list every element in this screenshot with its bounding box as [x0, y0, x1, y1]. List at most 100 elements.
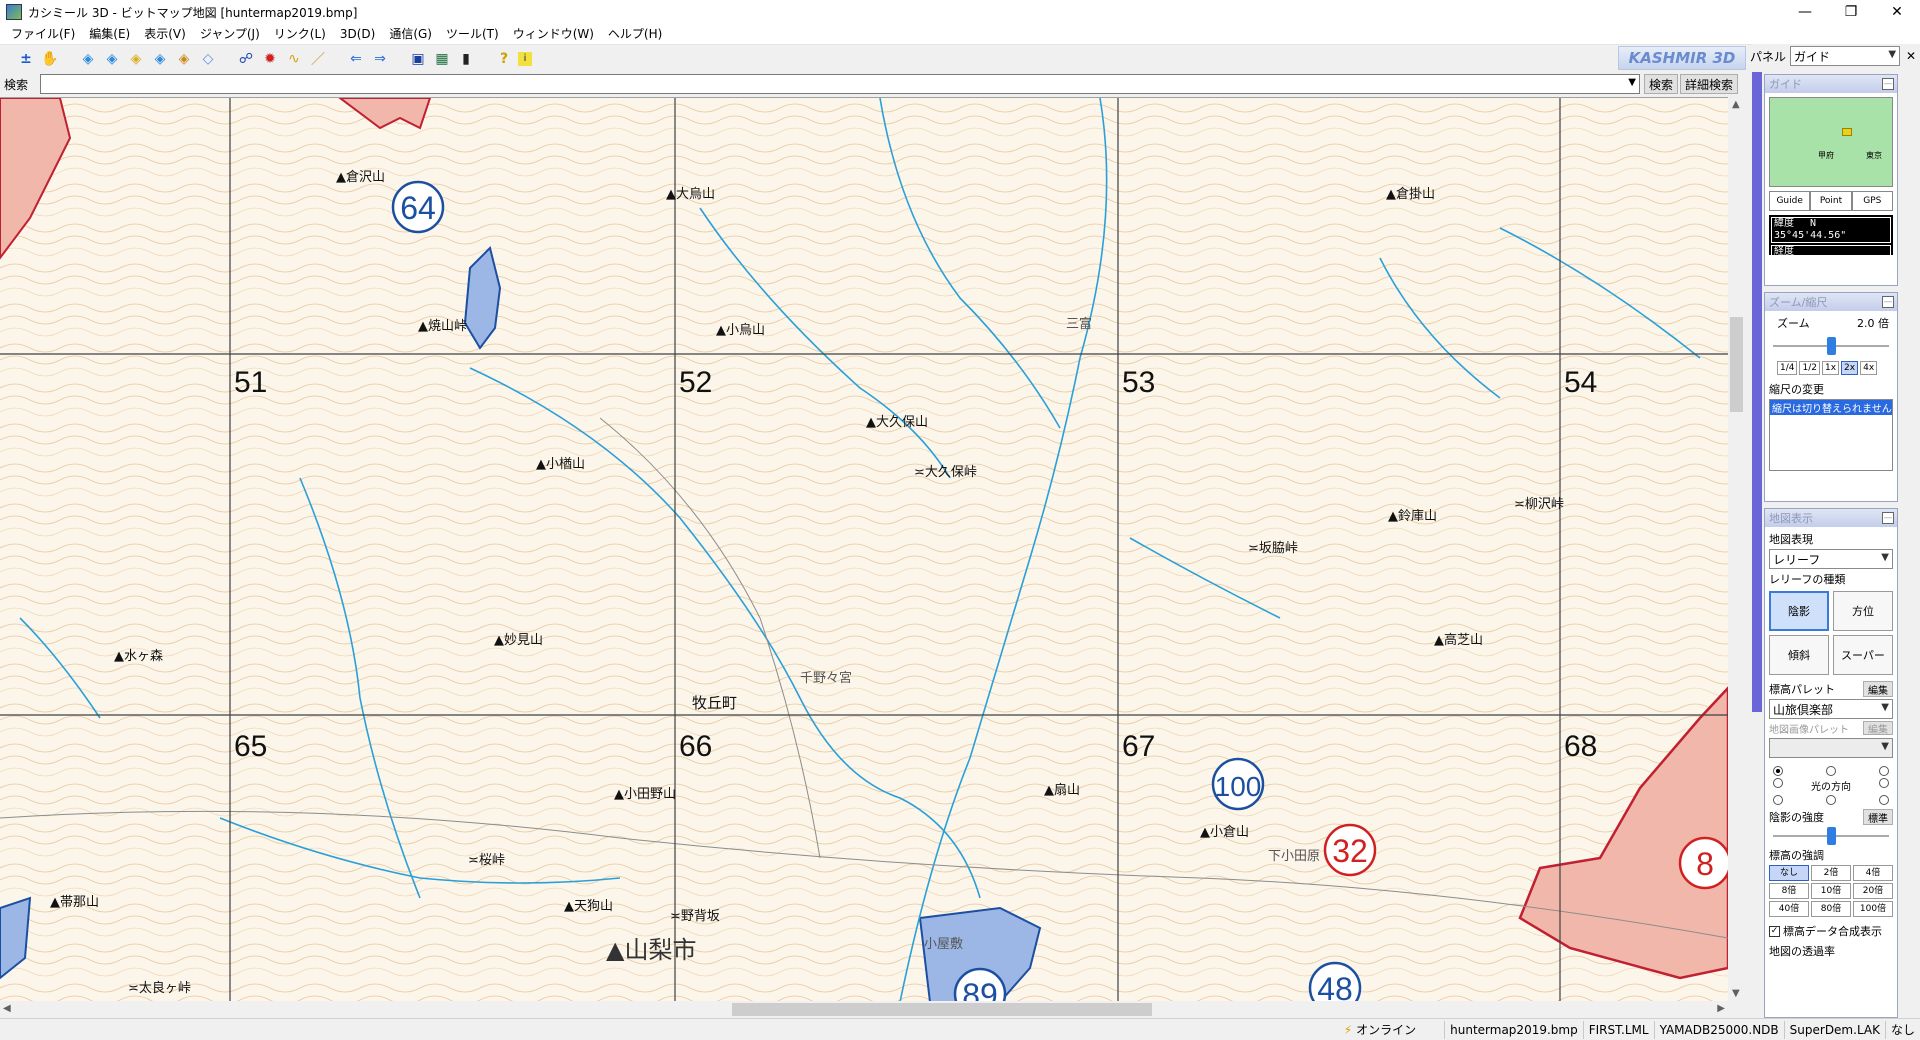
zoom-preset-button[interactable]: 2x [1841, 361, 1859, 375]
panel-select[interactable]: ガイド ▼ [1790, 46, 1901, 66]
dem-row: ✓ 標高データ合成表示 [1765, 919, 1897, 943]
light-direction-radio[interactable] [1773, 795, 1783, 805]
minimize-button[interactable]: — [1782, 0, 1828, 24]
image-palette-select[interactable]: ▼ [1769, 738, 1893, 758]
scale-list[interactable]: 縮尺は切り替えられません [1769, 399, 1893, 471]
help-icon[interactable]: ? [494, 49, 514, 69]
shade-slider[interactable] [1773, 825, 1889, 847]
scroll-up-icon[interactable]: ▲ [1732, 99, 1740, 110]
gps-device-icon[interactable]: ▮ [456, 49, 476, 69]
scroll-thumb[interactable] [1730, 317, 1743, 412]
menu-edit[interactable]: 編集(E) [82, 24, 137, 44]
image-palette-edit-button[interactable]: 編集 [1863, 721, 1893, 736]
map-vertical-scrollbar[interactable]: ▲ ▼ [1728, 97, 1745, 1001]
search-input[interactable]: ▼ [40, 74, 1640, 94]
light-direction-radio[interactable] [1826, 766, 1836, 776]
menu-help[interactable]: ヘルプ(H) [601, 24, 669, 44]
layer-icon[interactable]: ◈ [78, 49, 98, 69]
maximize-button[interactable]: ❐ [1828, 0, 1874, 24]
scroll-right-icon[interactable]: ▶ [1717, 1003, 1725, 1014]
place-label: ▲小田野山 [614, 787, 676, 802]
collapse-icon[interactable]: — [1882, 512, 1894, 524]
zoom-preset-button[interactable]: 1/2 [1799, 361, 1820, 375]
zoom-preset-button[interactable]: 1x [1821, 361, 1840, 375]
emphasis-button[interactable]: 4倍 [1853, 865, 1893, 881]
light-direction-radio[interactable] [1879, 795, 1889, 805]
relief-super-button[interactable]: スーパー [1833, 635, 1893, 675]
map-style-select[interactable]: レリーフ ▼ [1769, 549, 1893, 569]
binoculars-icon[interactable]: ☍ [236, 49, 256, 69]
relief-slope-button[interactable]: 傾斜 [1769, 635, 1829, 675]
zoom-preset-button[interactable]: 1/4 [1777, 361, 1798, 375]
emphasis-button[interactable]: 80倍 [1811, 901, 1851, 917]
panel-close-icon[interactable]: ✕ [1906, 49, 1916, 63]
zoom-slider[interactable] [1773, 335, 1889, 357]
menu-tools[interactable]: ツール(T) [439, 24, 506, 44]
relief-shade-button[interactable]: 陰影 [1769, 591, 1829, 631]
emphasis-button[interactable]: 100倍 [1853, 901, 1893, 917]
light-direction-radio[interactable] [1879, 778, 1889, 788]
camera-icon[interactable]: ▣ [408, 49, 428, 69]
zoom-panel-header: ズーム/縮尺 — [1765, 293, 1897, 311]
emphasis-button[interactable]: 10倍 [1811, 883, 1851, 899]
palette-select[interactable]: 山旅倶楽部 ▼ [1769, 699, 1893, 719]
map-view[interactable]: 51 52 53 54 65 66 67 68 64 100 32 8 48 8… [0, 97, 1728, 1001]
zoom-preset-buttons: 1/4 1/2 1x 2x 4x [1777, 361, 1885, 375]
layer-mixed-icon[interactable]: ◈ [174, 49, 194, 69]
layer-down-icon[interactable]: ◈ [150, 49, 170, 69]
menu-3d[interactable]: 3D(D) [333, 24, 382, 44]
map-horizontal-scrollbar[interactable]: ◀ ▶ [0, 1001, 1728, 1018]
light-direction-radio[interactable] [1773, 766, 1783, 776]
tab-point[interactable]: Point [1810, 191, 1852, 211]
menu-comm[interactable]: 通信(G) [382, 24, 439, 44]
menu-link[interactable]: リンク(L) [267, 24, 333, 44]
palette-edit-button[interactable]: 編集 [1863, 681, 1893, 697]
slider-knob[interactable] [1827, 827, 1836, 845]
collapse-icon[interactable]: — [1882, 78, 1894, 90]
markers-icon[interactable]: ✹ [260, 49, 280, 69]
zoom-preset-button[interactable]: 4x [1860, 361, 1878, 375]
shade-standard-button[interactable]: 標準 [1863, 809, 1893, 825]
place-label: 千野々宮 [800, 670, 852, 686]
menu-jump[interactable]: ジャンプ(J) [193, 24, 267, 44]
info-icon[interactable]: i [518, 51, 532, 66]
menu-view[interactable]: 表示(V) [137, 24, 193, 44]
light-direction-radio[interactable] [1879, 766, 1889, 776]
search-button[interactable]: 検索 [1644, 74, 1679, 94]
scroll-left-icon[interactable]: ◀ [3, 1003, 11, 1014]
panel-splitter[interactable] [1752, 72, 1762, 712]
layer-yellow-icon[interactable]: ◈ [126, 49, 146, 69]
light-direction-radio[interactable] [1773, 778, 1783, 788]
hand-icon[interactable]: ✋ [40, 49, 60, 69]
emphasis-button[interactable]: 8倍 [1769, 883, 1809, 899]
layer-up-icon[interactable]: ◈ [102, 49, 122, 69]
track-icon[interactable]: ∿ [284, 49, 304, 69]
scroll-down-icon[interactable]: ▼ [1732, 988, 1740, 999]
menu-file[interactable]: ファイル(F) [4, 24, 82, 44]
detail-search-button[interactable]: 詳細検索 [1680, 74, 1739, 94]
overview-minimap[interactable]: 甲府 東京 [1769, 97, 1893, 187]
scroll-thumb[interactable] [732, 1003, 1152, 1016]
scale-list-item[interactable]: 縮尺は切り替えられません [1770, 400, 1892, 415]
emphasis-button[interactable]: なし [1769, 865, 1809, 881]
emphasis-button[interactable]: 2倍 [1811, 865, 1851, 881]
slider-knob[interactable] [1827, 337, 1836, 355]
forward-arrow-icon[interactable]: ⇒ [370, 49, 390, 69]
map-view-icon[interactable]: ▦ [432, 49, 452, 69]
back-arrow-icon[interactable]: ⇐ [346, 49, 366, 69]
close-button[interactable]: ✕ [1874, 0, 1920, 24]
guide-tabs: Guide Point GPS [1769, 191, 1893, 211]
collapse-icon[interactable]: — [1882, 296, 1894, 308]
light-direction-radio[interactable] [1826, 795, 1836, 805]
emphasis-button[interactable]: 40倍 [1769, 901, 1809, 917]
layer-clear-icon[interactable]: ◇ [198, 49, 218, 69]
menu-window[interactable]: ウィンドウ(W) [506, 24, 601, 44]
ruler-icon[interactable]: ／ [308, 49, 328, 69]
zoom-search-icon[interactable]: ± [16, 49, 36, 69]
relief-direction-button[interactable]: 方位 [1833, 591, 1893, 631]
emphasis-button[interactable]: 20倍 [1853, 883, 1893, 899]
zoom-row: ズーム 2.0 倍 [1765, 311, 1897, 335]
dem-checkbox[interactable]: ✓ [1769, 925, 1780, 937]
tab-guide[interactable]: Guide [1769, 191, 1811, 211]
tab-gps[interactable]: GPS [1851, 191, 1893, 211]
